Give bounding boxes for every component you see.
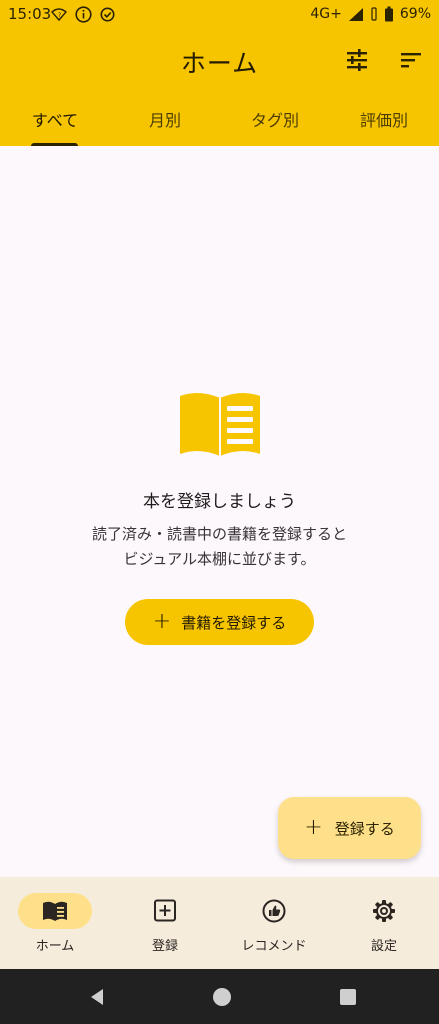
info-icon — [75, 6, 92, 23]
vibrate-icon — [371, 7, 377, 21]
fab-label: 登録する — [334, 819, 395, 838]
tab-all[interactable]: すべて — [25, 107, 85, 145]
tab-bar: すべて 月別 タグ別 評価別 — [0, 100, 439, 146]
nav-label-home: ホーム — [35, 939, 75, 954]
register-book-button[interactable]: + 書籍を登録する — [125, 599, 314, 645]
empty-state-desc-line2: ビジュアル本棚に並びます。 — [123, 550, 316, 568]
nav-label-register: 登録 — [151, 939, 178, 954]
home-circle-icon[interactable] — [212, 987, 232, 1007]
bottom-navigation: ホーム 登録 レコメンド 設定 — [0, 877, 439, 969]
recommend-icon — [262, 899, 286, 923]
nav-label-settings: 設定 — [370, 939, 397, 954]
nav-item-register[interactable]: 登録 — [110, 877, 220, 969]
wifi-off-icon: ? — [51, 8, 67, 22]
plus-icon: + — [304, 815, 323, 840]
tab-by-tag[interactable]: タグ別 — [243, 107, 307, 145]
tab-by-rating[interactable]: 評価別 — [352, 107, 416, 145]
plus-icon: + — [152, 609, 172, 634]
register-fab[interactable]: + 登録する — [278, 797, 421, 859]
register-book-label: 書籍を登録する — [181, 613, 287, 632]
add-box-icon — [154, 899, 176, 922]
status-time: 15:03 — [8, 5, 52, 23]
sort-icon[interactable] — [398, 47, 424, 73]
page-title: ホーム — [180, 49, 259, 78]
back-icon[interactable] — [87, 987, 107, 1007]
status-right-group: 4G+ 69% — [310, 4, 431, 24]
nav-item-home[interactable]: ホーム — [0, 877, 110, 969]
signal-icon — [348, 7, 363, 21]
tab-monthly[interactable]: 月別 — [135, 107, 195, 145]
empty-state-desc-line1: 読了済み・読書中の書籍を登録すると — [91, 525, 347, 543]
nav-item-recommend[interactable]: レコメンド — [219, 877, 329, 969]
battery-percent: 69% — [399, 6, 431, 22]
tab-indicator — [31, 143, 78, 146]
gear-icon — [373, 900, 395, 922]
app-screen: 15:03 ? 4G+ 69% ホーム すべて 月別 タグ別 評価別 本を登録し… — [0, 0, 439, 1024]
network-type: 4G+ — [310, 6, 342, 22]
book-icon — [43, 901, 67, 921]
check-circle-icon — [100, 7, 115, 22]
empty-state-description: 読了済み・読書中の書籍を登録すると ビジュアル本棚に並びます。 — [0, 522, 439, 572]
nav-label-recommend: レコメンド — [241, 939, 307, 954]
recents-icon[interactable] — [338, 987, 358, 1007]
status-bar: 15:03 ? 4G+ 69% — [0, 0, 439, 30]
svg-text:?: ? — [58, 12, 61, 19]
open-book-icon — [180, 392, 260, 456]
battery-icon — [384, 6, 393, 22]
nav-item-settings[interactable]: 設定 — [329, 877, 439, 969]
app-header: 15:03 ? 4G+ 69% ホーム すべて 月別 タグ別 評価別 — [0, 0, 439, 146]
tune-icon[interactable] — [344, 47, 370, 73]
empty-state-title: 本を登録しましょう — [143, 492, 296, 512]
system-navigation-bar — [0, 969, 439, 1024]
